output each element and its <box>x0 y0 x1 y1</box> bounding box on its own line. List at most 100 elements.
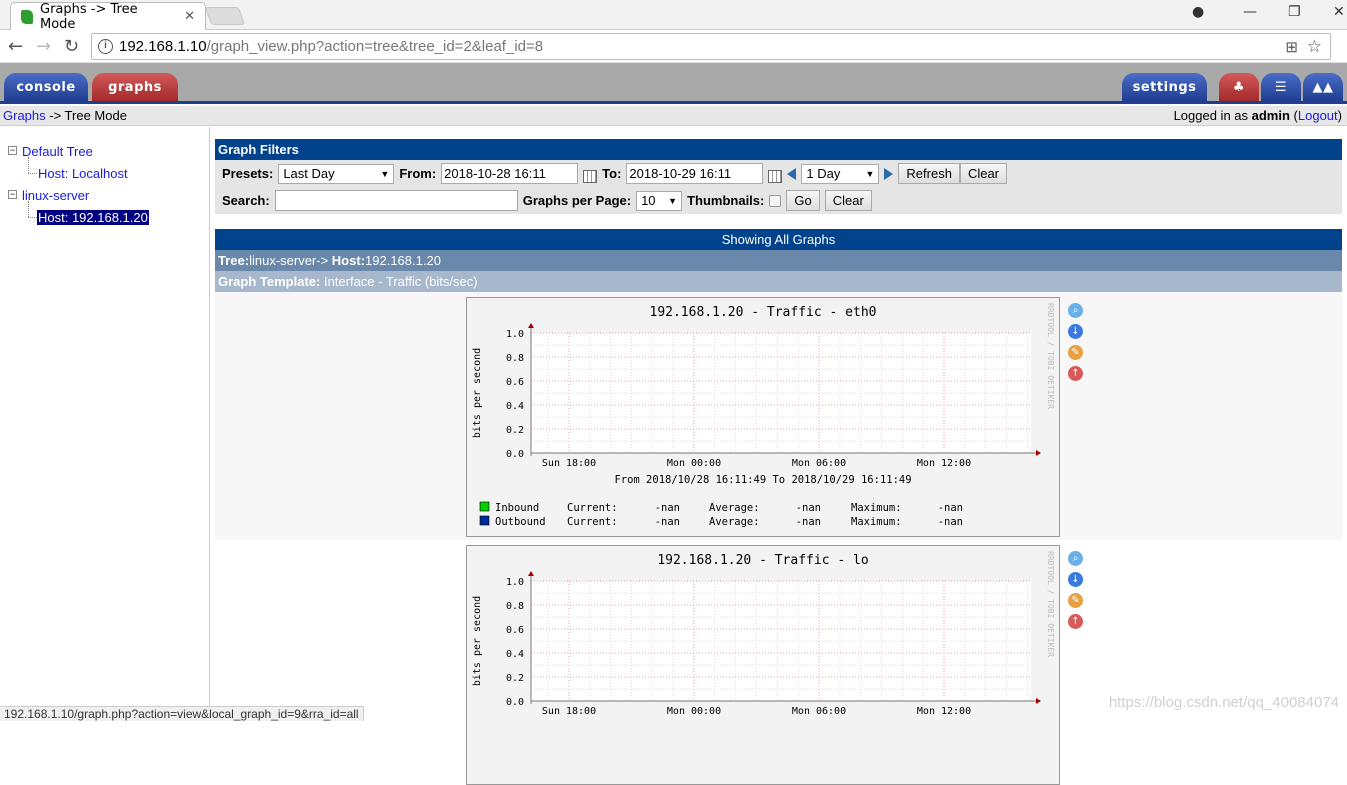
y-axis-label: bits per second <box>472 348 483 438</box>
graphs-per-page-label: Graphs per Page: <box>522 193 632 208</box>
top-icon[interactable]: ↑ <box>1068 614 1083 629</box>
tab-console[interactable]: console <box>4 73 88 101</box>
legend-text: -nan <box>655 502 680 514</box>
reload-icon[interactable]: ↻ <box>64 36 79 57</box>
thumbnails-checkbox[interactable] <box>769 194 782 207</box>
tab-settings[interactable]: settings <box>1122 73 1207 101</box>
preview-view-button[interactable]: ▲▲ <box>1303 73 1343 101</box>
tab-graphs[interactable]: graphs <box>92 73 178 101</box>
close-window-icon[interactable]: ✕ <box>1333 4 1345 20</box>
translate-icon[interactable]: ⊞ <box>1285 38 1298 56</box>
logout-link[interactable]: Logout <box>1298 108 1338 123</box>
y-tick-label: 0.0 <box>506 449 524 460</box>
tab-title: Graphs -> Tree Mode <box>40 1 138 32</box>
url-path: /graph_view.php?action=tree&tree_id=2&le… <box>206 38 544 55</box>
tree-item-host-localhost[interactable]: Host: Localhost <box>38 166 128 181</box>
tree-item-default-tree[interactable]: Default Tree <box>22 144 93 159</box>
watermark: https://blog.csdn.net/qq_40084074 <box>1108 694 1339 711</box>
legend-text: -nan <box>938 502 963 514</box>
y-axis-label: bits per second <box>472 596 483 686</box>
profile-icon[interactable]: ● <box>1192 4 1204 20</box>
y-tick-label: 0.4 <box>506 649 524 660</box>
collapse-icon[interactable]: − <box>8 146 17 155</box>
chevron-down-icon: ▼ <box>380 168 390 179</box>
calendar-icon[interactable] <box>583 170 598 183</box>
y-tick-label: 0.0 <box>506 697 524 708</box>
graph-image-eth0[interactable]: 0.0 0.2 0.4 0.6 0.8 1.0 Sun 18:00 Mon 00:00 Mon … <box>466 297 1060 537</box>
y-tick-label: 0.2 <box>506 673 524 684</box>
tree-item-host-192-168-1-20[interactable]: Host: 192.168.1.20 <box>37 210 149 225</box>
csv-export-icon[interactable]: ↓ <box>1068 572 1083 587</box>
tree-value: linux-server-> <box>249 253 332 268</box>
breadcrumb-graphs-link[interactable]: Graphs <box>3 108 46 123</box>
host-value: 192.168.1.20 <box>365 253 441 268</box>
refresh-button[interactable]: Refresh <box>898 163 960 184</box>
graph-tree: − Default Tree Host: Localhost − linux-s… <box>0 127 210 721</box>
list-view-button[interactable]: ☰ <box>1261 73 1301 101</box>
presets-value: Last Day <box>283 166 335 181</box>
graph-filters: Presets: Last Day ▼ From: 2018-10-28 16:1… <box>215 160 1342 214</box>
graph-title: 192.168.1.20 - Traffic - eth0 <box>650 305 877 320</box>
legend-text: -nan <box>796 502 821 514</box>
minimize-icon[interactable]: — <box>1243 4 1257 20</box>
properties-icon[interactable]: ✎ <box>1068 345 1083 360</box>
legend-swatch <box>479 515 490 526</box>
browser-tab-bar: Graphs -> Tree Mode ✕ ● — ❐ ✕ <box>0 0 1347 32</box>
go-button[interactable]: Go <box>786 190 820 211</box>
presets-select[interactable]: Last Day ▼ <box>278 163 395 184</box>
search-label: Search: <box>222 193 270 208</box>
url-input[interactable]: i 192.168.1.10/graph_view.php?action=tree… <box>91 33 1331 60</box>
timespan-select[interactable]: 1 Day ▼ <box>801 163 880 184</box>
forward-icon[interactable]: → <box>36 36 51 57</box>
shift-right-icon[interactable] <box>884 167 894 180</box>
y-tick-label: 1.0 <box>506 577 524 588</box>
clear-button[interactable]: Clear <box>959 163 1008 184</box>
time-range: From 2018/10/28 16:11:49 To 2018/10/29 1… <box>614 474 911 486</box>
search-input[interactable] <box>274 190 518 211</box>
collapse-icon[interactable]: − <box>8 190 17 199</box>
x-tick-label: Sun 18:00 <box>542 706 596 717</box>
y-tick-label: 0.6 <box>506 625 524 636</box>
new-tab-button[interactable] <box>204 7 246 25</box>
shift-left-icon[interactable] <box>787 167 797 180</box>
graph-image-lo[interactable]: 0.0 0.2 0.4 0.6 0.8 1.0 Sun 18:00 Mon 00:00 Mon … <box>466 545 1060 785</box>
close-tab-icon[interactable]: ✕ <box>184 9 195 24</box>
legend-text: Maximum: <box>851 502 902 514</box>
maximize-icon[interactable]: ❐ <box>1288 4 1301 20</box>
rrdtool-watermark: RRDTOOL / TOBI OETIKER <box>1046 303 1055 409</box>
x-tick-label: Mon 00:00 <box>667 458 721 469</box>
back-icon[interactable]: ← <box>8 36 23 57</box>
to-label: To: <box>602 166 622 181</box>
properties-icon[interactable]: ✎ <box>1068 593 1083 608</box>
x-tick-label: Mon 00:00 <box>667 706 721 717</box>
breadcrumb-current: -> Tree Mode <box>45 108 127 123</box>
username: admin <box>1251 108 1290 123</box>
tree-host-header: Tree:linux-server-> Host:192.168.1.20 <box>215 250 1342 271</box>
tree-item-linux-server[interactable]: linux-server <box>22 188 89 203</box>
csv-export-icon[interactable]: ↓ <box>1068 324 1083 339</box>
graph-filters-header: Graph Filters <box>215 139 1342 160</box>
legend-text: -nan <box>938 516 963 528</box>
top-icon[interactable]: ↑ <box>1068 366 1083 381</box>
list-icon: ☰ <box>1274 80 1288 95</box>
info-icon[interactable]: i <box>98 39 113 54</box>
cacti-nav: console graphs settings ♣ ☰ ▲▲ <box>0 63 1347 104</box>
clear-search-button[interactable]: Clear <box>824 190 872 211</box>
from-date-input[interactable]: 2018-10-28 16:11 <box>441 163 579 184</box>
cacti-favicon-icon <box>21 9 33 24</box>
x-tick-label: Sun 18:00 <box>542 458 596 469</box>
browser-tab[interactable]: Graphs -> Tree Mode ✕ <box>10 1 206 32</box>
preview-icon: ▲▲ <box>1312 80 1334 95</box>
y-tick-label: 0.4 <box>506 401 524 412</box>
zoom-icon[interactable]: ⌕ <box>1068 551 1083 566</box>
tree-view-button[interactable]: ♣ <box>1219 73 1259 101</box>
to-date-input[interactable]: 2018-10-29 16:11 <box>626 163 764 184</box>
legend-text: Current: <box>567 516 618 528</box>
legend-text: Average: <box>709 502 760 514</box>
calendar-icon[interactable] <box>768 170 783 183</box>
bookmark-star-icon[interactable]: ☆ <box>1307 37 1322 57</box>
template-value: Interface - Traffic (bits/sec) <box>320 274 478 289</box>
graphs-per-page-select[interactable]: 10 ▼ <box>636 190 683 211</box>
zoom-icon[interactable]: ⌕ <box>1068 303 1083 318</box>
legend-text: Average: <box>709 516 760 528</box>
